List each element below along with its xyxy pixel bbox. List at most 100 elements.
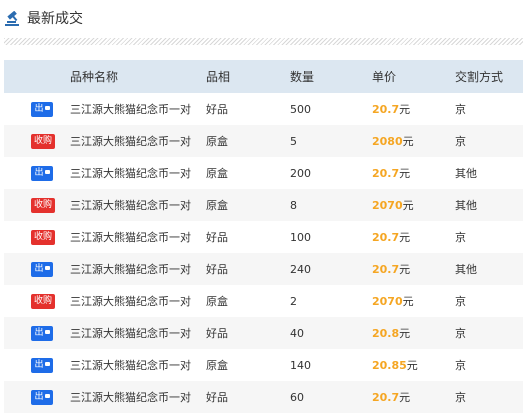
quantity-cell: 60: [290, 390, 304, 404]
item-name-cell[interactable]: 三江源大熊猫纪念币一对: [70, 381, 206, 413]
price-value: 20.8: [372, 327, 400, 340]
row-type-cell: 出: [4, 349, 70, 381]
item-name-cell[interactable]: 三江源大熊猫纪念币一对: [70, 317, 206, 349]
price-cell: 20.7元: [372, 93, 455, 125]
delivery-cell: 京: [455, 231, 466, 244]
badge-label: 收购: [33, 199, 52, 210]
price-cell: 2070元: [372, 285, 455, 317]
table-header-row: 品种名称 品相 数量 单价 交割方式: [4, 60, 523, 93]
col-header-delivery: 交割方式: [455, 70, 504, 84]
row-type-cell: 收购: [4, 125, 70, 157]
price-cell: 20.7元: [372, 221, 455, 253]
price-cell: 20.85元: [372, 349, 455, 381]
row-type-cell: 出: [4, 253, 70, 285]
price-unit: 元: [399, 167, 411, 180]
item-name-cell[interactable]: 三江源大熊猫纪念币一对: [70, 285, 206, 317]
buy-badge: 收购: [31, 197, 55, 213]
bag-icon: [44, 393, 50, 398]
delivery-cell: 其他: [455, 263, 477, 276]
gavel-icon: [5, 11, 19, 26]
price-unit: 元: [399, 327, 411, 340]
table-row[interactable]: 出三江源大熊猫纪念币一对 原盒 140 20.85元京: [4, 349, 523, 381]
item-name-cell[interactable]: 三江源大熊猫纪念币一对: [70, 157, 206, 189]
item-name-cell[interactable]: 三江源大熊猫纪念币一对: [70, 221, 206, 253]
col-header-condition: 品相: [206, 70, 231, 84]
condition-cell: 原盒: [206, 135, 228, 148]
row-type-cell: 收购: [4, 221, 70, 253]
condition-cell: 原盒: [206, 167, 228, 180]
price-value: 20.85: [372, 359, 407, 372]
col-header-name: 品种名称: [70, 70, 119, 84]
delivery-cell: 其他: [455, 199, 477, 212]
bag-icon: [44, 361, 50, 366]
item-name-cell[interactable]: 三江源大熊猫纪念币一对: [70, 253, 206, 285]
price-cell: 20.7元: [372, 157, 455, 189]
buy-badge: 收购: [31, 229, 55, 245]
price-value: 2070: [372, 295, 403, 308]
price-cell: 2070元: [372, 189, 455, 221]
price-unit: 元: [399, 263, 411, 276]
sell-badge: 出: [31, 357, 53, 373]
badge-label: 收购: [33, 295, 52, 306]
sell-badge: 出: [31, 101, 53, 117]
delivery-cell: 京: [455, 135, 466, 148]
item-name-cell[interactable]: 三江源大熊猫纪念币一对: [70, 189, 206, 221]
table-row[interactable]: 出三江源大熊猫纪念币一对 原盒 200 20.7元 其他: [4, 157, 523, 189]
item-name-cell[interactable]: 三江源大熊猫纪念币一对: [70, 93, 206, 125]
table-row[interactable]: 出三江源大熊猫纪念币一对 好品 40 20.8元京: [4, 317, 523, 349]
row-type-cell: 出: [4, 381, 70, 413]
item-name-cell[interactable]: 三江源大熊猫纪念币一对: [70, 125, 206, 157]
condition-cell: 好品: [206, 263, 228, 276]
table-row[interactable]: 收购 三江源大熊猫纪念币一对 原盒 8 2070元 其他: [4, 189, 523, 221]
price-unit: 元: [402, 199, 414, 212]
price-unit: 元: [402, 295, 414, 308]
condition-cell: 好品: [206, 391, 228, 404]
sell-badge: 出: [31, 325, 53, 341]
badge-label: 收购: [33, 231, 52, 242]
delivery-cell: 其他: [455, 167, 477, 180]
condition-cell: 原盒: [206, 199, 228, 212]
price-unit: 元: [406, 359, 418, 372]
price-cell: 20.7元: [372, 253, 455, 285]
quantity-cell: 5: [290, 134, 297, 148]
condition-cell: 好品: [206, 103, 228, 116]
table-row[interactable]: 收购 三江源大熊猫纪念币一对 原盒 5 2080元 京: [4, 125, 523, 157]
delivery-cell: 京: [455, 295, 466, 308]
price-cell: 20.8元: [372, 317, 455, 349]
table-row[interactable]: 收购 三江源大熊猫纪念币一对 原盒 2 2070元京: [4, 285, 523, 317]
table-row[interactable]: 出三江源大熊猫纪念币一对 好品 500 20.7元京: [4, 93, 523, 125]
price-value: 20.7: [372, 263, 400, 276]
bag-icon: [44, 265, 50, 270]
buy-badge: 收购: [31, 293, 55, 309]
badge-label: 收购: [33, 135, 52, 146]
sell-badge: 出: [31, 165, 53, 181]
condition-cell: 原盒: [206, 295, 228, 308]
badge-label: 出: [34, 391, 44, 402]
row-type-cell: 出: [4, 157, 70, 189]
row-type-cell: 出: [4, 317, 70, 349]
price-value: 20.7: [372, 167, 400, 180]
price-value: 2070: [372, 199, 403, 212]
price-value: 20.7: [372, 231, 400, 244]
condition-cell: 好品: [206, 231, 228, 244]
item-name-cell[interactable]: 三江源大熊猫纪念币一对: [70, 349, 206, 381]
price-value: 2080: [372, 135, 403, 148]
delivery-cell: 京: [455, 359, 466, 372]
quantity-cell: 200: [290, 166, 311, 180]
price-value: 20.7: [372, 103, 400, 116]
badge-label: 出: [34, 103, 44, 114]
price-unit: 元: [402, 135, 414, 148]
section-header: 最新成交: [0, 0, 523, 38]
table-row[interactable]: 出三江源大熊猫纪念币一对 好品 60 20.7元京: [4, 381, 523, 413]
table-row[interactable]: 出三江源大熊猫纪念币一对 好品 240 20.7元 其他: [4, 253, 523, 285]
delivery-cell: 京: [455, 327, 466, 340]
quantity-cell: 240: [290, 262, 311, 276]
col-header-price: 单价: [372, 70, 397, 84]
price-unit: 元: [399, 103, 411, 116]
quantity-cell: 8: [290, 198, 297, 212]
price-cell: 20.7元: [372, 381, 455, 413]
sell-badge: 出: [31, 261, 53, 277]
bag-icon: [44, 329, 50, 334]
table-row[interactable]: 收购 三江源大熊猫纪念币一对 好品 100 20.7元京: [4, 221, 523, 253]
quantity-cell: 500: [290, 102, 311, 116]
